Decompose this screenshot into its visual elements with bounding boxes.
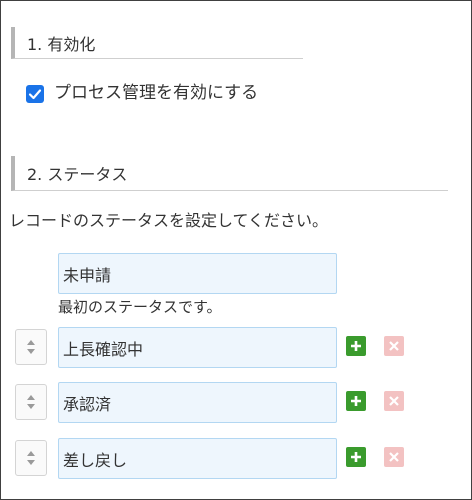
drag-handle-row-1[interactable]	[15, 329, 47, 365]
section-header-status: 2. ステータス	[11, 156, 448, 191]
status-input-row-2[interactable]	[58, 382, 337, 423]
x-icon	[389, 341, 399, 351]
x-icon	[389, 396, 399, 406]
x-icon	[389, 452, 399, 462]
section-title-status: 2. ステータス	[27, 165, 128, 184]
status-description: レコードのステータスを設定してください。	[9, 211, 329, 230]
enable-process-label[interactable]: プロセス管理を有効にする	[54, 78, 258, 103]
delete-status-button-row-3[interactable]	[384, 447, 404, 467]
add-status-button-row-1[interactable]	[346, 336, 366, 356]
status-input-row-3[interactable]	[58, 438, 337, 479]
initial-status-input[interactable]	[58, 253, 337, 294]
drag-handle-icon	[27, 451, 35, 465]
plus-icon	[351, 452, 361, 462]
drag-handle-icon	[27, 340, 35, 354]
add-status-button-row-2[interactable]	[346, 391, 366, 411]
drag-handle-icon	[27, 395, 35, 409]
plus-icon	[351, 396, 361, 406]
section-title-enable: 1. 有効化	[27, 35, 96, 54]
enable-process-checkbox[interactable]	[26, 85, 44, 103]
drag-handle-row-2[interactable]	[15, 384, 47, 420]
delete-status-button-row-2[interactable]	[384, 391, 404, 411]
checkmark-icon	[28, 89, 42, 100]
delete-status-button-row-1[interactable]	[384, 336, 404, 356]
section-header-enable: 1. 有効化	[11, 27, 303, 59]
add-status-button-row-3[interactable]	[346, 447, 366, 467]
process-settings-panel: 1. 有効化 プロセス管理を有効にする 2. ステータス レコードのステータスを…	[0, 0, 472, 500]
drag-handle-row-3[interactable]	[15, 440, 47, 476]
initial-status-note: 最初のステータスです。	[58, 298, 222, 316]
status-input-row-1[interactable]	[58, 327, 337, 368]
plus-icon	[351, 341, 361, 351]
